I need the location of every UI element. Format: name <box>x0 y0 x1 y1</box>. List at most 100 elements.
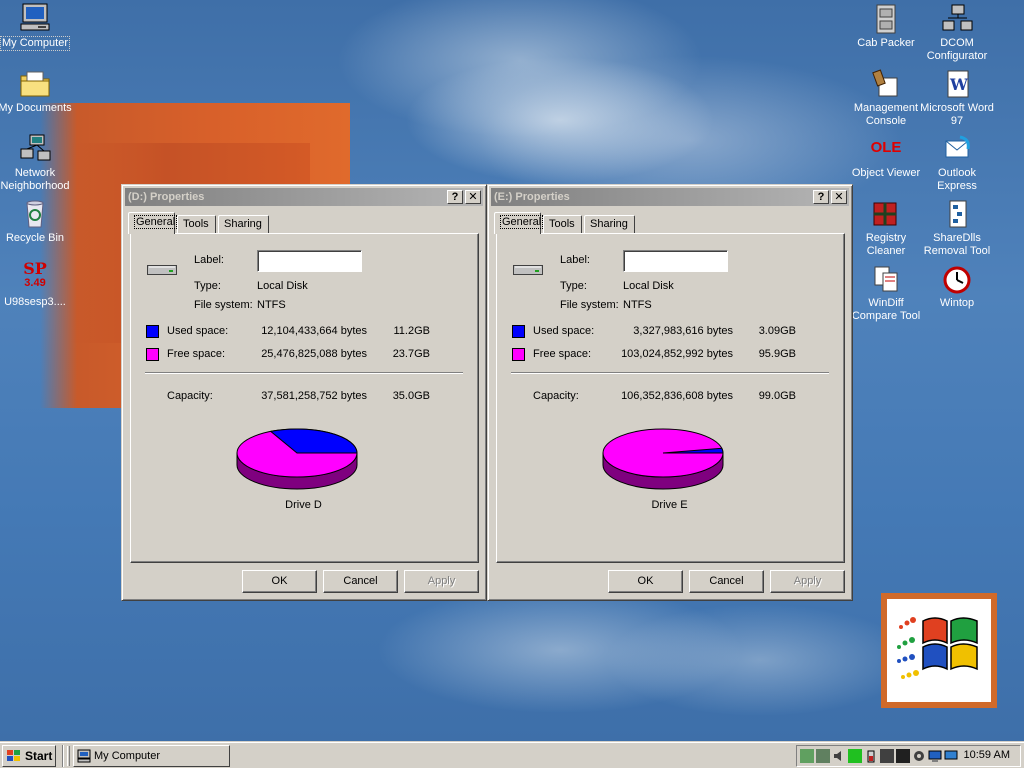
capacity-caption: Capacity: <box>533 390 579 402</box>
volume-icon[interactable] <box>832 749 846 763</box>
desktop-icon-label: Microsoft Word 97 <box>920 102 994 127</box>
desktop-icon-word[interactable]: W Microsoft Word 97 <box>919 68 995 128</box>
apply-button[interactable]: Apply <box>404 570 479 593</box>
tab-sharing[interactable]: Sharing <box>218 215 269 234</box>
desktop-icon-label: My Computer <box>0 36 71 51</box>
film-icon[interactable] <box>896 749 910 763</box>
desktop: My Computer My Documents Network Neighbo… <box>0 0 1024 741</box>
used-space-bytes: 12,104,433,664 bytes <box>261 325 367 337</box>
drive-label: Drive D <box>285 499 322 511</box>
desktop-icon-recycle-bin[interactable]: Recycle Bin <box>0 198 73 245</box>
help-button[interactable]: ? <box>447 190 463 204</box>
file-system-caption: File system: <box>560 299 619 311</box>
desktop-icon-mmc[interactable]: Management Console <box>848 68 924 128</box>
label-input[interactable] <box>623 250 728 272</box>
desktop-icon-windiff[interactable]: WinDiff Compare Tool <box>848 263 924 323</box>
used-space-swatch <box>146 325 159 338</box>
ok-button[interactable]: OK <box>242 570 317 593</box>
apply-button[interactable]: Apply <box>770 570 845 593</box>
battery-icon[interactable] <box>864 749 878 763</box>
file-system-value: NTFS <box>623 299 652 311</box>
my-computer-icon <box>18 2 52 34</box>
sp-installer-icon: SP 3.49 <box>23 259 47 290</box>
tool-tray-icon[interactable] <box>816 749 830 763</box>
tab-sharing[interactable]: Sharing <box>584 215 635 234</box>
taskbar: Start My Computer 10:59 AM <box>0 741 1024 768</box>
free-space-caption: Free space: <box>167 348 226 360</box>
desktop-icon-sharedlls[interactable]: ShareDlls Removal Tool <box>919 198 995 258</box>
separator <box>511 372 829 374</box>
drive-label: Drive E <box>651 499 688 511</box>
computer-tray-icon[interactable] <box>944 749 958 763</box>
disk-usage-pie <box>236 428 358 490</box>
cancel-button[interactable]: Cancel <box>323 570 398 593</box>
taskbar-button-my-computer[interactable]: My Computer <box>73 745 230 767</box>
desktop-icon-label: Object Viewer <box>851 167 921 179</box>
start-button[interactable]: Start <box>2 745 56 767</box>
taskbar-divider <box>62 745 64 767</box>
word-icon: W <box>940 68 974 100</box>
capacity-size: 99.0GB <box>758 390 796 402</box>
free-space-swatch <box>512 348 525 361</box>
desktop-icon-registry-cleaner[interactable]: Registry Cleaner <box>848 198 924 258</box>
desktop-icon-cab-packer[interactable]: Cab Packer <box>848 3 924 50</box>
monitor-tray-icon[interactable] <box>848 749 862 763</box>
capacity-bytes: 106,352,836,608 bytes <box>621 390 733 402</box>
title-bar[interactable]: (E:) Properties ? ✕ <box>491 188 849 206</box>
desktop-icon-label: My Documents <box>0 102 72 114</box>
system-tray: 10:59 AM <box>796 745 1021 767</box>
my-computer-icon <box>77 749 91 763</box>
type-value: Local Disk <box>257 280 308 292</box>
taskbar-grip[interactable] <box>67 746 70 766</box>
tab-tools[interactable]: Tools <box>177 215 216 234</box>
tab-tools[interactable]: Tools <box>543 215 582 234</box>
used-space-caption: Used space: <box>167 325 229 337</box>
ole-viewer-icon: OLE <box>870 139 902 156</box>
general-panel: Label: Type: Local Disk File system: NTF… <box>130 233 479 563</box>
wintop-icon <box>940 263 974 295</box>
close-button[interactable]: ✕ <box>831 190 847 204</box>
free-space-caption: Free space: <box>533 348 592 360</box>
desktop-icon-sp-installer[interactable]: SP 3.49 U98sesp3.... <box>0 259 73 309</box>
used-space-caption: Used space: <box>533 325 595 337</box>
capacity-size: 35.0GB <box>392 390 430 402</box>
tab-general[interactable]: General <box>128 212 178 234</box>
properties-dialog-d[interactable]: (D:) Properties ? ✕ General Tools Sharin… <box>121 184 487 601</box>
desktop-icon-label: WinDiff Compare Tool <box>851 297 921 322</box>
desktop-icon-ole-viewer[interactable]: OLE Object Viewer <box>848 133 924 180</box>
label-input[interactable] <box>257 250 362 272</box>
dcom-icon <box>940 3 974 35</box>
svg-text:W: W <box>949 75 969 94</box>
desktop-icon-dcom[interactable]: DCOM Configurator <box>919 3 995 63</box>
network-tray-icon[interactable] <box>800 749 814 763</box>
general-panel: Label: Type: Local Disk File system: NTF… <box>496 233 845 563</box>
free-space-bytes: 25,476,825,088 bytes <box>261 348 367 360</box>
title-bar[interactable]: (D:) Properties ? ✕ <box>125 188 483 206</box>
close-button[interactable]: ✕ <box>465 190 481 204</box>
tab-general[interactable]: General <box>494 212 544 234</box>
label-caption: Label: <box>194 254 224 266</box>
ok-button[interactable]: OK <box>608 570 683 593</box>
separator <box>145 372 463 374</box>
task-scheduler-icon[interactable] <box>880 749 894 763</box>
desktop-icon-label: DCOM Configurator <box>926 37 988 62</box>
desktop-icon-network[interactable]: Network Neighborhood <box>0 133 73 193</box>
desktop-icon-wintop[interactable]: Wintop <box>919 263 995 310</box>
window-title: (E:) Properties <box>494 191 570 203</box>
help-button[interactable]: ? <box>813 190 829 204</box>
cancel-button[interactable]: Cancel <box>689 570 764 593</box>
network-icon <box>18 133 52 165</box>
desktop-icon-my-computer[interactable]: My Computer <box>0 2 73 51</box>
gear-tray-icon[interactable] <box>912 749 926 763</box>
properties-dialog-e[interactable]: (E:) Properties ? ✕ General Tools Sharin… <box>487 184 853 601</box>
capacity-bytes: 37,581,258,752 bytes <box>261 390 367 402</box>
registry-cleaner-icon <box>869 198 903 230</box>
clock[interactable]: 10:59 AM <box>964 749 1010 761</box>
used-space-bytes: 3,327,983,616 bytes <box>633 325 733 337</box>
windows-logo-widget <box>881 593 997 708</box>
desktop-icon-my-documents[interactable]: My Documents <box>0 68 73 115</box>
outlook-express-icon <box>940 133 974 165</box>
desktop-icon-outlook-express[interactable]: Outlook Express <box>919 133 995 193</box>
windiff-icon <box>869 263 903 295</box>
display-tray-icon[interactable] <box>928 749 942 763</box>
